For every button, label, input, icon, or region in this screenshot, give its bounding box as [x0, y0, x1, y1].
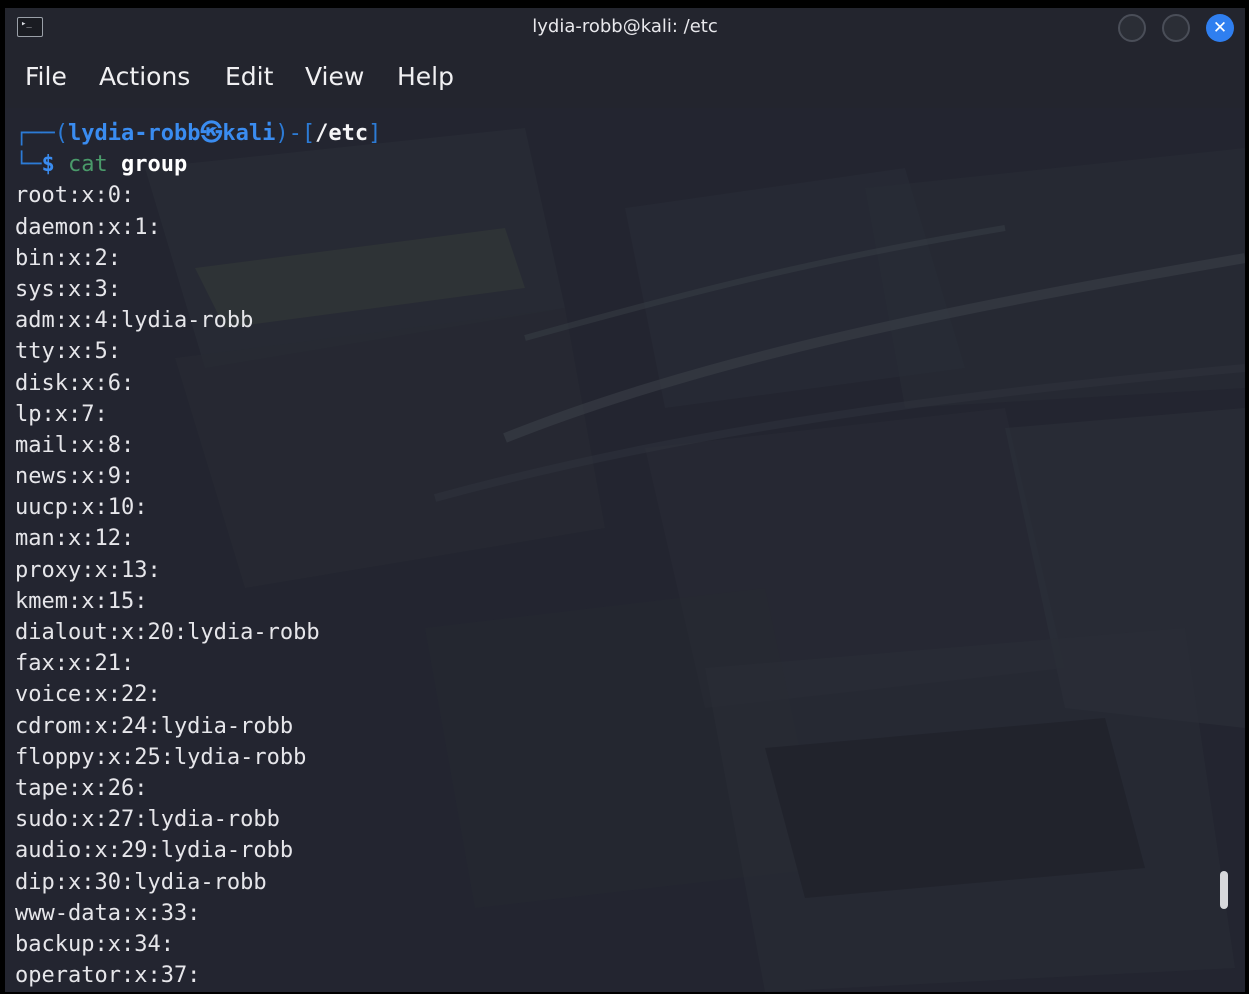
- terminal-output: ┌──(lydia-robb㉿kali)-[/etc] └─$ cat grou…: [15, 118, 381, 991]
- prompt-open-prefix: ┌──(: [15, 121, 68, 146]
- close-button[interactable]: ✕: [1206, 14, 1234, 42]
- output-line: sys:x:3:: [15, 276, 121, 302]
- output-line: cdrom:x:24:lydia-robb: [15, 713, 294, 739]
- prompt-line-2: └─$ cat group: [15, 149, 381, 180]
- output-line: sudo:x:27:lydia-robb: [15, 807, 280, 833]
- maximize-button[interactable]: [1162, 14, 1190, 42]
- output-line: floppy:x:25:lydia-robb: [15, 744, 307, 770]
- title-bar[interactable]: ▸_ lydia-robb@kali: /etc ✕: [5, 8, 1245, 48]
- output-line: tty:x:5:: [15, 339, 121, 365]
- output-line: lp:x:7:: [15, 401, 108, 427]
- menu-file[interactable]: File: [19, 60, 73, 94]
- prompt-line2-prefix: └─: [15, 152, 42, 178]
- output-line: proxy:x:13:: [15, 557, 161, 583]
- output-line: mail:x:8:: [15, 432, 135, 458]
- menu-actions[interactable]: Actions: [93, 60, 196, 94]
- output-line: dialout:x:20:lydia-robb: [15, 620, 320, 645]
- output-line: bin:x:2:: [15, 245, 121, 271]
- output-line: adm:x:4:lydia-robb: [15, 308, 254, 334]
- prompt-close: ]: [368, 121, 382, 146]
- output-line: www-data:x:33:: [15, 900, 201, 926]
- output-line: fax:x:21:: [15, 651, 135, 677]
- output-line: audio:x:29:lydia-robb: [15, 838, 294, 864]
- command-name: cat: [68, 152, 108, 178]
- output-line: daemon:x:1:: [15, 214, 161, 240]
- scrollbar-thumb[interactable]: [1220, 871, 1228, 909]
- window-title: lydia-robb@kali: /etc: [532, 16, 718, 37]
- output-line: root:x:0:: [15, 183, 135, 209]
- output-line: tape:x:26:: [15, 775, 148, 801]
- terminal-area[interactable]: ┌──(lydia-robb㉿kali)-[/etc] └─$ cat grou…: [5, 108, 1245, 992]
- output-line: disk:x:6:: [15, 370, 135, 396]
- output-line: kmem:x:15:: [15, 588, 148, 614]
- prompt-mid: )-[: [275, 121, 316, 146]
- menu-help[interactable]: Help: [391, 60, 460, 94]
- menu-edit[interactable]: Edit: [219, 60, 279, 94]
- prompt-user-host: lydia-robb㉿kali: [67, 121, 276, 146]
- output-line: dip:x:30:lydia-robb: [15, 869, 267, 895]
- terminal-window: ▸_ lydia-robb@kali: /etc ✕ File Actions …: [5, 8, 1245, 992]
- menu-view[interactable]: View: [299, 60, 370, 94]
- command-argument: group: [121, 152, 188, 178]
- output-line: uucp:x:10:: [15, 495, 148, 521]
- prompt-symbol: $: [41, 152, 55, 178]
- prompt-path: /etc: [315, 121, 369, 146]
- menu-bar: File Actions Edit View Help: [5, 48, 1245, 108]
- output-line: operator:x:37:: [15, 963, 201, 989]
- prompt-line-1: ┌──(lydia-robb㉿kali)-[/etc]: [15, 118, 381, 149]
- minimize-button[interactable]: [1118, 14, 1146, 42]
- output-line: voice:x:22:: [15, 682, 161, 708]
- output-line: backup:x:34:: [15, 931, 174, 957]
- output-line: news:x:9:: [15, 464, 135, 490]
- output-line: man:x:12:: [15, 526, 135, 552]
